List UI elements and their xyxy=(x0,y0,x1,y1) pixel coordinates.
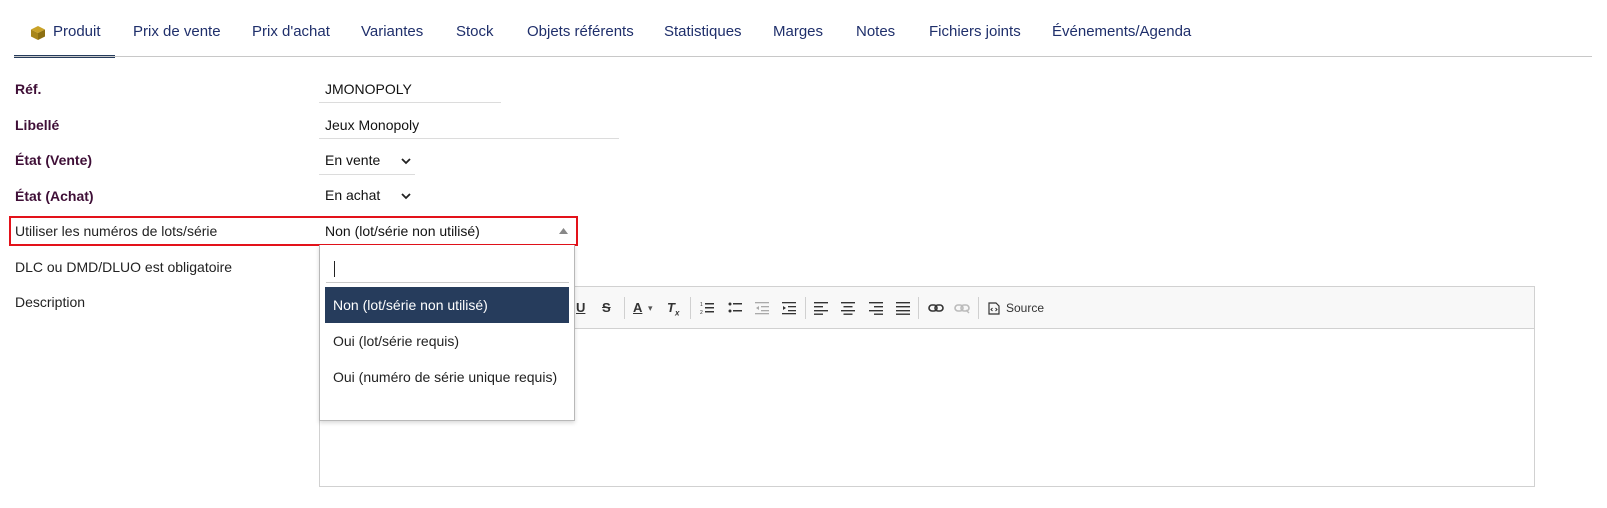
tab-bar: Produit Prix de vente Prix d'achat Varia… xyxy=(0,0,1600,58)
text-color-icon[interactable]: A xyxy=(633,298,642,318)
ref-label: Réf. xyxy=(15,81,42,97)
libelle-input[interactable]: Jeux Monopoly xyxy=(325,117,419,133)
align-center-icon[interactable] xyxy=(841,301,855,315)
tab-label: Prix de vente xyxy=(133,23,221,40)
tab-stock[interactable]: Stock xyxy=(456,0,494,58)
source-icon xyxy=(988,302,1000,315)
dropdown-option[interactable]: Oui (numéro de série unique requis) xyxy=(325,367,569,387)
libelle-underline xyxy=(319,138,619,139)
dropdown-option[interactable]: Oui (lot/série requis) xyxy=(325,331,569,351)
indent-icon[interactable] xyxy=(782,301,796,315)
align-right-icon[interactable] xyxy=(869,301,883,315)
tab-label: Produit xyxy=(53,23,101,40)
libelle-label: Libellé xyxy=(15,117,60,133)
etat-vente-underline xyxy=(319,174,415,175)
toolbar-separator xyxy=(978,297,979,319)
underline-icon[interactable]: U xyxy=(576,298,585,318)
strikethrough-icon[interactable]: S xyxy=(602,298,611,318)
lots-dropdown: Non (lot/série non utilisé) Oui (lot/sér… xyxy=(319,245,575,421)
bullet-list-icon[interactable] xyxy=(728,301,742,315)
tab-divider xyxy=(14,56,1592,57)
tab-label: Marges xyxy=(773,23,824,40)
tab-prix-achat[interactable]: Prix d'achat xyxy=(252,0,330,58)
align-left-icon[interactable] xyxy=(814,301,828,315)
dropdown-option[interactable]: Non (lot/série non utilisé) xyxy=(325,287,569,323)
numbered-list-icon[interactable]: 1 2 xyxy=(700,301,714,315)
tab-prix-de-vente[interactable]: Prix de vente xyxy=(133,0,221,58)
dropdown-search-input[interactable] xyxy=(326,253,569,283)
tab-label: Variantes xyxy=(361,23,424,40)
text-caret xyxy=(334,261,335,277)
etat-achat-value: En achat xyxy=(325,187,381,203)
ref-input[interactable]: JMONOPOLY xyxy=(325,81,412,97)
tab-variantes[interactable]: Variantes xyxy=(361,0,423,58)
source-label: Source xyxy=(1006,301,1045,315)
tab-marges[interactable]: Marges xyxy=(773,0,823,58)
toolbar-separator xyxy=(690,297,691,319)
etat-vente-label: État (Vente) xyxy=(15,152,93,168)
toolbar-separator xyxy=(624,297,625,319)
svg-text:1: 1 xyxy=(700,302,703,308)
chevron-down-icon xyxy=(401,193,411,200)
tab-produit[interactable]: Produit xyxy=(14,0,115,58)
toolbar-separator xyxy=(805,297,806,319)
tab-fichiers-joints[interactable]: Fichiers joints xyxy=(929,0,1021,58)
dlc-label: DLC ou DMD/DLUO est obligatoire xyxy=(15,259,233,275)
unlink-icon[interactable] xyxy=(954,302,970,314)
highlight-box xyxy=(9,216,578,246)
chevron-down-icon[interactable]: ▾ xyxy=(648,298,653,318)
remove-format-icon[interactable]: Tx xyxy=(667,298,679,318)
etat-vente-select[interactable]: En vente xyxy=(319,146,415,174)
chevron-down-icon xyxy=(401,158,411,165)
tab-objets-referents[interactable]: Objets référents xyxy=(527,0,634,58)
align-justify-icon[interactable] xyxy=(896,301,910,315)
tab-label: Stock xyxy=(456,23,494,40)
etat-vente-value: En vente xyxy=(325,152,381,168)
box-icon xyxy=(31,26,45,40)
tab-label: Statistiques xyxy=(664,23,742,40)
toolbar-separator xyxy=(918,297,919,319)
svg-text:2: 2 xyxy=(700,310,703,315)
outdent-icon[interactable] xyxy=(755,301,769,315)
link-icon[interactable] xyxy=(928,302,944,314)
ref-underline xyxy=(319,102,501,103)
etat-achat-label: État (Achat) xyxy=(15,188,94,204)
description-label: Description xyxy=(15,294,86,310)
etat-achat-select[interactable]: En achat xyxy=(319,181,415,209)
tab-statistiques[interactable]: Statistiques xyxy=(664,0,742,58)
tab-evenements-agenda[interactable]: Événements/Agenda xyxy=(1052,0,1191,58)
tab-label: Objets référents xyxy=(527,23,634,40)
tab-label: Prix d'achat xyxy=(252,23,330,40)
tab-notes[interactable]: Notes xyxy=(856,0,895,58)
tab-label: Fichiers joints xyxy=(929,23,1021,40)
tab-label: Événements/Agenda xyxy=(1052,23,1192,40)
tab-label: Notes xyxy=(856,23,896,40)
